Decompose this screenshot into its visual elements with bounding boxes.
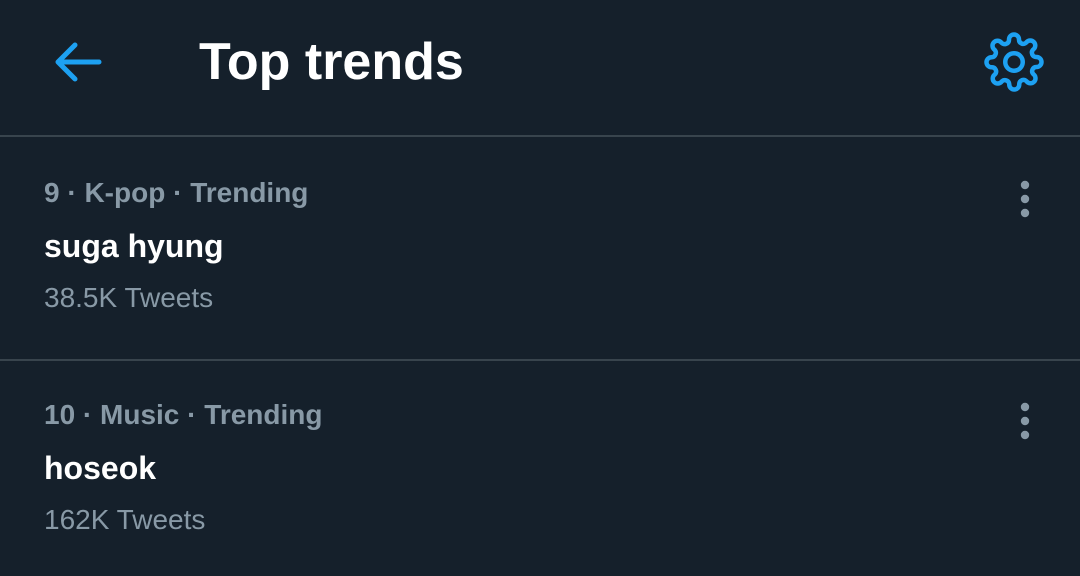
top-bar: Top trends [0, 0, 1080, 137]
back-button[interactable] [44, 30, 112, 94]
settings-button[interactable] [978, 28, 1050, 96]
trend-tweet-count: 38.5K Tweets [44, 282, 214, 313]
trend-item[interactable]: 10 · Music · Trending hoseok 162K Tweets [0, 361, 1080, 576]
trend-item[interactable]: 9 · K-pop · Trending suga hyung 38.5K Tw… [0, 137, 1080, 361]
more-vertical-icon [1020, 402, 1030, 440]
top-trends-screen: Top trends 9 · K-pop · Trending suga hyu… [0, 0, 1080, 576]
gear-icon [984, 32, 1044, 92]
trend-tweet-count: 162K Tweets [44, 504, 206, 535]
trend-meta: 10 · Music · Trending [44, 399, 323, 430]
more-options-button[interactable] [1000, 397, 1050, 445]
trend-name: hoseok [44, 450, 157, 486]
more-vertical-icon [1020, 180, 1030, 218]
arrow-left-icon [55, 42, 102, 82]
trend-name: suga hyung [44, 228, 224, 264]
more-options-button[interactable] [1000, 175, 1050, 223]
page-title: Top trends [199, 33, 464, 91]
trend-meta: 9 · K-pop · Trending [44, 177, 309, 208]
